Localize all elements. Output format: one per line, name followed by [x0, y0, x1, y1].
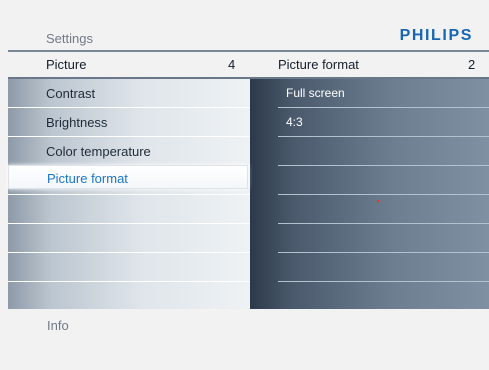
- option-label: Full screen: [286, 86, 345, 100]
- list-item-empty: [8, 253, 250, 282]
- philips-logo: PHILIPS: [399, 27, 473, 44]
- list-item-label: Brightness: [46, 115, 108, 130]
- right-list-header: Picture format 2: [250, 53, 489, 77]
- list-item-brightness[interactable]: Brightness: [8, 108, 250, 137]
- header-divider: [8, 50, 489, 52]
- list-item-contrast[interactable]: Contrast: [8, 79, 250, 108]
- settings-screen: Settings PHILIPS Picture 4 Picture forma…: [0, 0, 489, 370]
- left-list-header: Picture 4: [8, 53, 248, 77]
- list-item-empty: [8, 282, 250, 311]
- cursor-dot: [377, 200, 379, 202]
- list-item-empty: [8, 224, 250, 253]
- list-item-label: Color temperature: [46, 144, 151, 159]
- option-label: 4:3: [286, 115, 303, 129]
- page-title: Settings: [46, 31, 93, 46]
- list-item-picture-format-selected[interactable]: Picture format: [8, 165, 248, 189]
- list-item-color-temperature[interactable]: Color temperature: [8, 137, 250, 166]
- list-item-label: Picture format: [47, 171, 128, 186]
- option-empty: [278, 253, 489, 282]
- option-4-3[interactable]: 4:3: [278, 108, 489, 137]
- option-empty: [278, 195, 489, 224]
- list-item-label: Contrast: [46, 86, 96, 101]
- option-empty: [278, 166, 489, 195]
- right-list-title: Picture format: [278, 57, 359, 72]
- info-label: Info: [47, 318, 69, 333]
- left-list-count: 4: [228, 57, 236, 72]
- option-empty: [278, 137, 489, 166]
- left-list-title: Picture: [46, 57, 87, 72]
- option-empty: [278, 224, 489, 253]
- right-list-count: 2: [468, 57, 476, 72]
- option-full-screen[interactable]: Full screen: [278, 79, 489, 108]
- list-item-empty: [8, 195, 250, 224]
